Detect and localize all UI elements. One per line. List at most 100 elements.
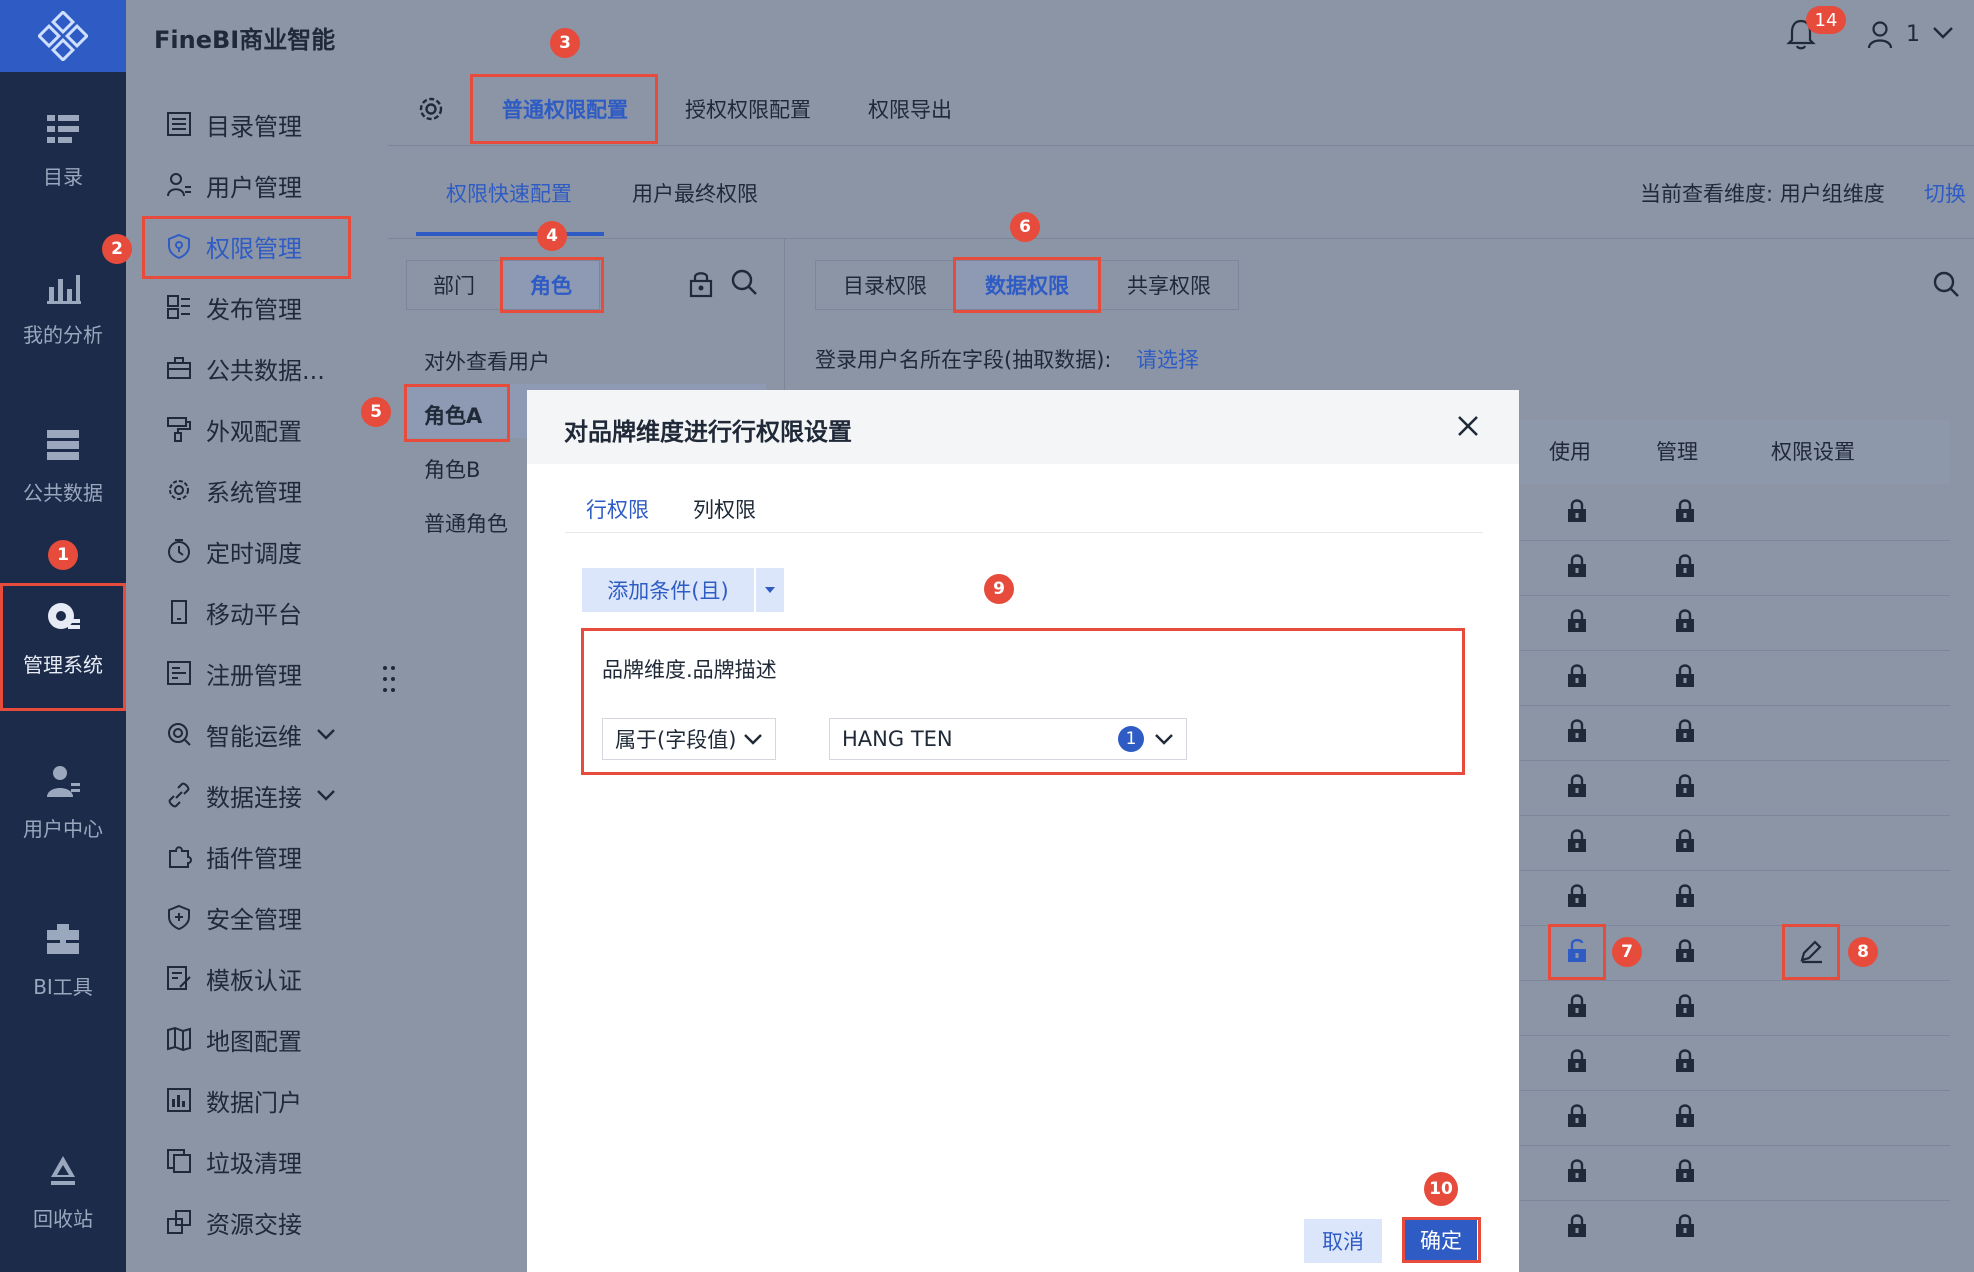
rail-item-public-data[interactable]: 公共数据 (0, 406, 126, 526)
use-lock-icon[interactable] (1566, 1103, 1588, 1133)
use-lock-icon[interactable] (1566, 1158, 1588, 1188)
rail-item-label: 我的分析 (23, 322, 103, 347)
user-avatar-icon[interactable] (1866, 20, 1894, 50)
rail-item-catalog[interactable]: 目录 (0, 90, 126, 210)
menu-item-label: 外观配置 (206, 417, 302, 446)
menu-item-mobile[interactable]: 移动平台 (166, 592, 302, 632)
manage-lock-icon[interactable] (1674, 883, 1696, 913)
rail-item-my-analysis[interactable]: 我的分析 (0, 248, 126, 368)
tab-user-final-permission[interactable]: 用户最终权限 (632, 178, 758, 208)
manage-lock-icon[interactable] (1674, 1103, 1696, 1133)
tab-quick-config[interactable]: 权限快速配置 (446, 178, 572, 208)
menu-item-label: 智能运维 (206, 722, 302, 751)
search-icon[interactable] (1932, 270, 1960, 298)
login-field-extract-select[interactable]: 请选择 (1136, 344, 1199, 374)
user-name[interactable]: 1 (1906, 22, 1920, 47)
lock-batch-icon[interactable] (688, 270, 714, 298)
use-lock-icon[interactable] (1566, 828, 1588, 858)
menu-item-publish-manage[interactable]: 发布管理 (166, 287, 302, 327)
add-condition-dropdown[interactable] (756, 568, 784, 612)
resize-handle-icon[interactable] (382, 664, 396, 694)
use-lock-icon[interactable] (1566, 1213, 1588, 1243)
menu-item-label: 移动平台 (206, 600, 302, 629)
rail-item-bi-tools[interactable]: BI工具 (0, 900, 126, 1020)
row-divider (1520, 705, 1950, 706)
app-logo[interactable] (0, 0, 126, 72)
role-item-role-b[interactable]: 角色B (424, 454, 480, 484)
manage-lock-icon[interactable] (1674, 608, 1696, 638)
caret-down-icon (765, 587, 775, 593)
menu-item-appearance[interactable]: 外观配置 (166, 409, 302, 449)
menu-item-map-config[interactable]: 地图配置 (166, 1019, 302, 1059)
use-lock-icon[interactable] (1566, 883, 1588, 913)
col-header-use: 使用 (1549, 440, 1591, 464)
tab-row-permission[interactable]: 行权限 (586, 494, 649, 524)
menu-item-label: 安全管理 (206, 905, 302, 934)
manage-lock-icon[interactable] (1674, 663, 1696, 693)
rail-item-recycle-bin[interactable]: 回收站 (0, 1132, 126, 1252)
close-icon[interactable] (1454, 412, 1482, 440)
switch-link[interactable]: 切换 (1924, 178, 1966, 208)
manage-lock-icon[interactable] (1674, 773, 1696, 803)
rail-item-user-center[interactable]: 用户中心 (0, 742, 126, 862)
menu-item-catalog-manage[interactable]: 目录管理 (166, 104, 302, 144)
tab-permission-export[interactable]: 权限导出 (868, 94, 952, 124)
add-condition-button[interactable]: 添加条件(且) (582, 568, 754, 612)
manage-lock-icon[interactable] (1674, 553, 1696, 583)
use-lock-icon[interactable] (1566, 993, 1588, 1023)
menu-item-resource-handover[interactable]: 资源交接 (166, 1202, 302, 1242)
tab-underline (416, 232, 604, 236)
chevron-down-icon (317, 790, 335, 801)
use-lock-icon[interactable] (1566, 553, 1588, 583)
rail-item-label: BI工具 (33, 974, 93, 999)
search-icon[interactable] (730, 268, 758, 296)
row-divider (1520, 1200, 1950, 1201)
manage-lock-icon[interactable] (1674, 938, 1696, 968)
segment-share-permission[interactable]: 共享权限 (1099, 260, 1239, 310)
segment-catalog-permission[interactable]: 目录权限 (815, 260, 955, 310)
manage-lock-icon[interactable] (1674, 828, 1696, 858)
menu-item-public-data[interactable]: 公共数据... (166, 348, 325, 388)
manage-lock-icon[interactable] (1674, 718, 1696, 748)
role-item-normal-role[interactable]: 普通角色 (424, 508, 508, 538)
role-item-external-viewer[interactable]: 对外查看用户 (424, 346, 550, 376)
use-lock-icon[interactable] (1566, 663, 1588, 693)
row-divider (1520, 595, 1950, 596)
use-lock-icon[interactable] (1566, 773, 1588, 803)
menu-item-plugin[interactable]: 插件管理 (166, 836, 302, 876)
menu-item-system-manage[interactable]: 系统管理 (166, 470, 302, 510)
mobile-icon (171, 600, 187, 624)
tab-grant-permission[interactable]: 授权权限配置 (685, 94, 811, 124)
cancel-button[interactable]: 取消 (1304, 1219, 1382, 1263)
step-badge: 1 (48, 540, 78, 570)
tab-column-permission[interactable]: 列权限 (693, 494, 756, 524)
register-icon (167, 661, 191, 685)
use-lock-icon[interactable] (1566, 608, 1588, 638)
manage-lock-icon[interactable] (1674, 1213, 1696, 1243)
menu-item-schedule[interactable]: 定时调度 (166, 531, 302, 571)
menu-item-label: 资源交接 (206, 1210, 302, 1239)
use-lock-icon[interactable] (1566, 498, 1588, 528)
chevron-down-icon[interactable] (1932, 26, 1954, 40)
row-divider (1520, 1035, 1950, 1036)
dialog-title: 对品牌维度进行行权限设置 (564, 418, 852, 446)
manage-lock-icon[interactable] (1674, 1158, 1696, 1188)
step-badge: 3 (550, 28, 580, 58)
menu-item-data-portal[interactable]: 数据门户 (166, 1080, 302, 1120)
menu-item-smart-ops[interactable]: 智能运维 (166, 714, 350, 754)
settings-gear-icon[interactable] (416, 94, 446, 124)
menu-item-security[interactable]: 安全管理 (166, 897, 302, 937)
menu-item-trash-clean[interactable]: 垃圾清理 (166, 1141, 302, 1181)
manage-lock-icon[interactable] (1674, 1048, 1696, 1078)
use-lock-icon[interactable] (1566, 718, 1588, 748)
menu-item-data-connection[interactable]: 数据连接 (166, 775, 350, 815)
use-lock-icon[interactable] (1566, 1048, 1588, 1078)
segment-department[interactable]: 部门 (406, 260, 502, 310)
toolbox-icon (47, 923, 79, 954)
menu-item-user-manage[interactable]: 用户管理 (166, 165, 302, 205)
manage-lock-icon[interactable] (1674, 993, 1696, 1023)
menu-item-template-cert[interactable]: 模板认证 (166, 958, 302, 998)
link-icon (168, 782, 190, 808)
manage-lock-icon[interactable] (1674, 498, 1696, 528)
menu-item-registration[interactable]: 注册管理 (166, 653, 302, 693)
